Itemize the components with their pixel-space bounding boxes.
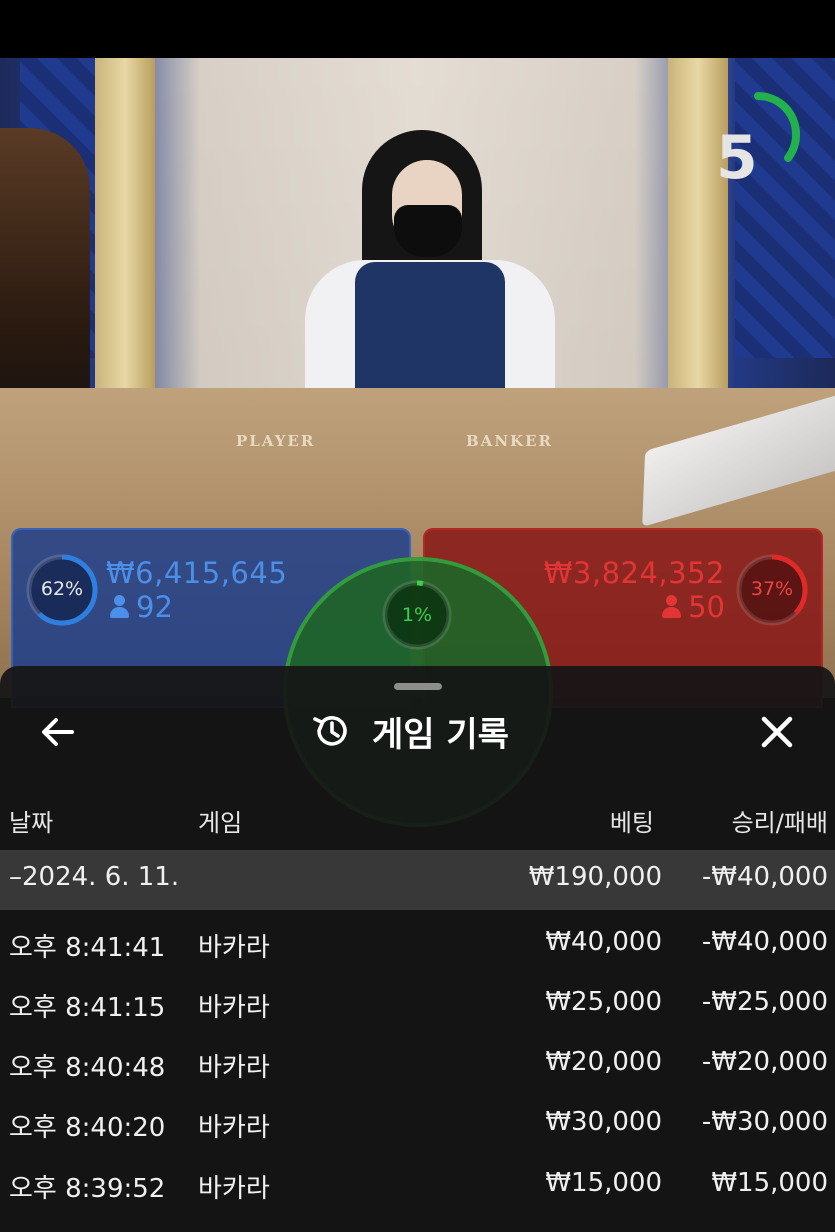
history-row[interactable]: 오후 8:40:20 바카라 ₩30,000 -₩30,000 [0,1095,835,1155]
history-row[interactable]: 오후 8:39:52 바카라 ₩15,000 ₩15,000 [0,1156,835,1216]
row-bet: ₩30,000 [545,1107,662,1137]
panel-title-text: 게임 기록 [372,714,509,755]
dealer-mask [394,205,462,257]
banker-total-amount: ₩3,824,352 [543,556,725,590]
header-game: 게임 [198,809,243,837]
row-win-loss: -₩25,000 [701,987,828,1017]
countdown-timer: 5 [716,123,758,193]
row-game: 바카라 [198,933,270,963]
row-game: 바카라 [198,1113,270,1143]
table-player-word: PLAYER [236,432,316,450]
person-icon [110,595,129,619]
row-time: 오후 8:39:52 [9,1174,166,1204]
pillar-left [95,58,155,388]
header-date: 날짜 [9,809,54,837]
row-win-loss: -₩30,000 [701,1107,828,1137]
panel-title: 게임 기록 [310,706,509,756]
history-row[interactable]: 오후 8:41:41 바카라 ₩40,000 -₩40,000 [0,915,835,975]
row-time: 오후 8:40:20 [9,1113,166,1143]
player-percent: 62% [40,578,84,600]
row-bet: ₩15,000 [545,1168,662,1198]
row-win-loss: ₩15,000 [711,1168,828,1198]
row-game: 바카라 [198,993,270,1023]
arrow-left-icon[interactable] [38,712,78,752]
player-bettor-count: 92 [110,590,173,624]
row-bet: ₩40,000 [545,927,662,957]
table-banker-word: BANKER [466,432,553,450]
header-win-loss: 승리/패배 [731,809,828,837]
row-win-loss: -₩20,000 [701,1047,828,1077]
date-group-win-loss: -₩40,000 [701,862,828,892]
row-time: 오후 8:41:41 [9,933,166,963]
close-icon[interactable] [757,712,797,752]
row-game: 바카라 [198,1053,270,1083]
banker-count-value: 50 [688,590,725,624]
row-time: 오후 8:41:15 [9,993,166,1023]
banker-percent: 37% [750,578,794,600]
history-row[interactable]: 오후 8:40:48 바카라 ₩20,000 -₩20,000 [0,1035,835,1095]
person-icon [662,595,682,619]
row-time: 오후 8:40:48 [9,1053,166,1083]
history-icon [313,716,347,746]
row-win-loss: -₩40,000 [701,927,828,957]
date-group-bet: ₩190,000 [528,862,662,892]
header-bet: 베팅 [609,809,654,837]
banker-bettor-count: 50 [662,590,725,624]
history-row[interactable]: 오후 8:41:15 바카라 ₩25,000 -₩25,000 [0,975,835,1035]
tie-percent: 1% [401,604,433,626]
drag-handle[interactable] [394,683,442,690]
row-bet: ₩25,000 [545,987,662,1017]
player-total-amount: ₩6,415,645 [106,556,288,590]
date-group-label: –2024. 6. 11. [9,862,180,892]
player-count-value: 92 [136,590,173,624]
date-group-row[interactable]: –2024. 6. 11. ₩190,000 -₩40,000 [0,850,835,910]
row-game: 바카라 [198,1174,270,1204]
row-bet: ₩20,000 [545,1047,662,1077]
